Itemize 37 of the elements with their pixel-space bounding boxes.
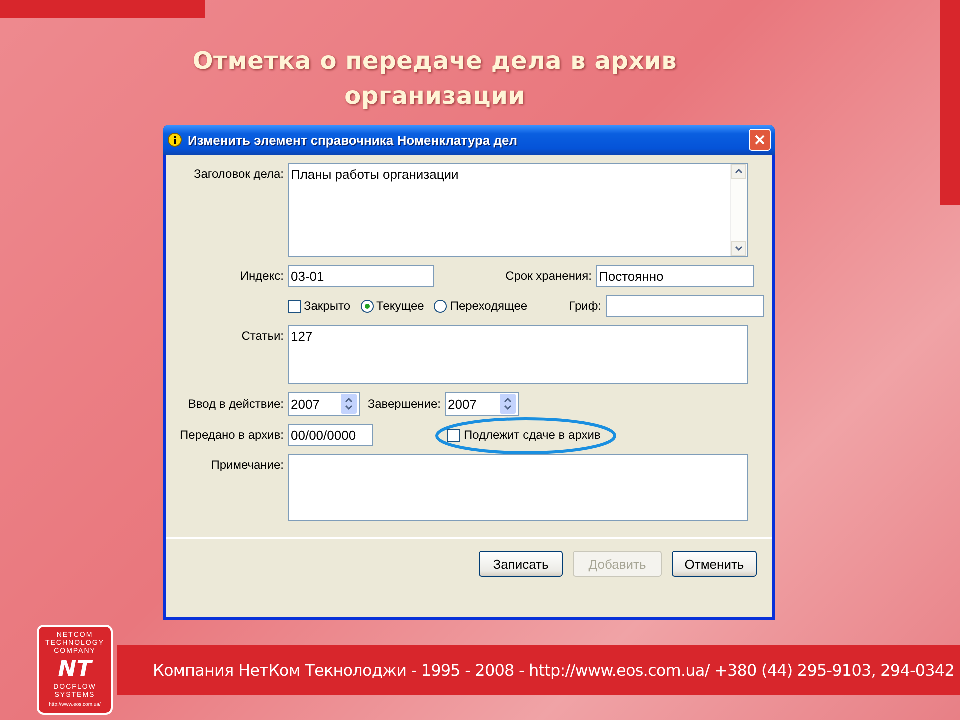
footer-text: Компания НетКом Текнолоджи - 1995 - 2008 - http://www.eos.com.ua/ +380 (44) 295-9103, 294-0342 — [153, 660, 954, 680]
radio-label: Текущее — [376, 299, 424, 313]
dialog-button[interactable]: Отменить — [672, 551, 757, 577]
radio-button[interactable] — [434, 300, 448, 312]
field-label: Заголовок дела: — [192, 166, 284, 181]
field-label: Передано в архив: — [178, 428, 284, 442]
checkbox-label: Закрыто — [304, 299, 351, 313]
window-title: Изменить элемент справочника Номенклатура дел — [188, 132, 519, 148]
text-area[interactable]: 127 — [289, 326, 747, 383]
input-field[interactable]: Постоянно — [596, 265, 754, 287]
spin-button[interactable] — [341, 394, 357, 414]
field-label: Гриф: — [568, 299, 602, 313]
input-field[interactable] — [606, 295, 764, 317]
field-label: Ввод в действие: — [187, 397, 284, 411]
radio-label: Переходящее — [450, 299, 528, 313]
field-label: Срок хранения: — [504, 269, 592, 283]
close-icon — [754, 134, 766, 146]
field-label: Завершение: — [366, 397, 441, 411]
field-label: Индекс: — [239, 269, 284, 283]
field-label: Примечание: — [210, 457, 284, 472]
dialog-button[interactable]: Записать — [479, 551, 563, 577]
input-field[interactable]: 03-01 — [288, 265, 434, 287]
checkbox-label: Подлежит сдаче в архив — [464, 428, 601, 442]
logo-mark: NT — [58, 658, 92, 682]
checkbox[interactable] — [447, 428, 460, 442]
year-spinner[interactable]: 2007 — [445, 392, 519, 416]
info-icon — [168, 133, 182, 147]
close-button[interactable] — [749, 129, 771, 151]
field-label: Статьи: — [240, 328, 284, 343]
scrollbar[interactable] — [730, 164, 747, 256]
text-area[interactable] — [288, 454, 748, 521]
checkbox[interactable] — [288, 300, 301, 312]
spin-button[interactable] — [500, 394, 516, 414]
radio-button[interactable] — [360, 300, 374, 312]
date-field[interactable]: 00/00/0000 — [288, 424, 373, 446]
slide-title: Отметка о передаче дела в архив организации — [192, 46, 678, 112]
year-spinner[interactable]: 2007 — [288, 392, 360, 416]
